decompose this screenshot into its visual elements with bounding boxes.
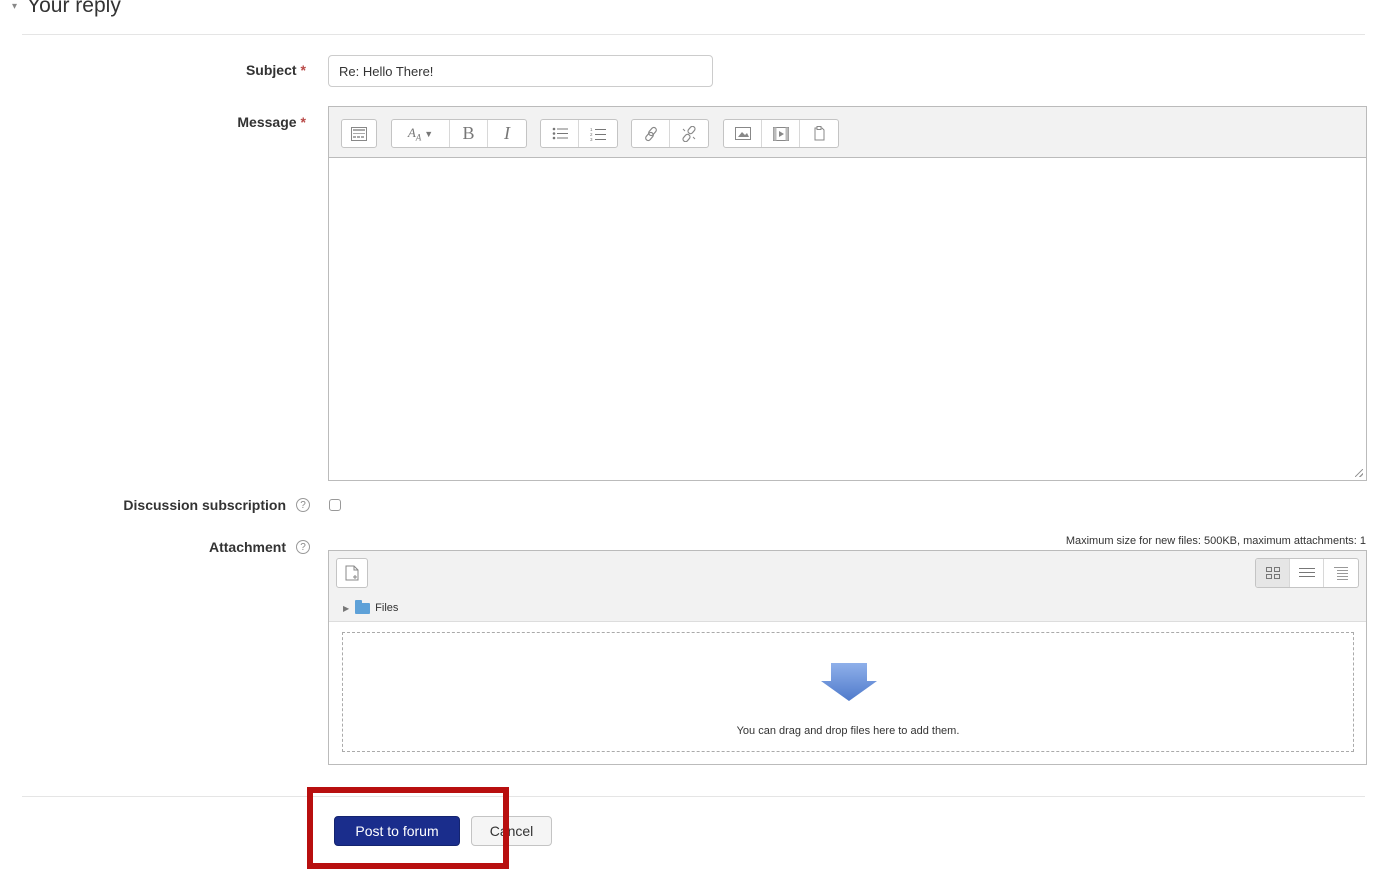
expand-triangle-icon[interactable]: ▶ xyxy=(343,604,349,613)
link-icon[interactable] xyxy=(632,120,670,147)
subject-input[interactable] xyxy=(328,55,713,87)
resize-handle-icon[interactable] xyxy=(1355,469,1363,477)
svg-text:3: 3 xyxy=(590,137,593,141)
message-label: Message * xyxy=(100,114,306,130)
cancel-button[interactable]: Cancel xyxy=(471,816,552,846)
add-file-button[interactable] xyxy=(336,558,368,588)
subscription-checkbox[interactable] xyxy=(329,499,341,511)
section-title: Your reply xyxy=(27,0,121,17)
subject-label: Subject * xyxy=(100,62,306,78)
toolbar-group-text: AA ▼ B I xyxy=(391,119,527,148)
post-to-forum-button[interactable]: Post to forum xyxy=(334,816,460,846)
toolbar-group-toggle xyxy=(341,119,377,148)
toolbar-group-links xyxy=(631,119,709,148)
path-label[interactable]: Files xyxy=(375,602,398,614)
add-file-icon xyxy=(345,565,359,581)
unordered-list-icon[interactable] xyxy=(541,120,579,147)
form-divider xyxy=(22,796,1365,797)
file-path-bar: ▶ Files xyxy=(329,595,1366,622)
message-editor[interactable]: AA ▼ B I 123 xyxy=(328,106,1367,481)
view-icons-icon[interactable] xyxy=(1256,559,1290,587)
image-icon[interactable] xyxy=(724,120,762,147)
attachment-label-text: Attachment xyxy=(208,539,286,555)
drop-instructions: You can drag and drop files here to add … xyxy=(736,725,960,737)
toolbar-group-lists: 123 xyxy=(540,119,618,148)
file-picker-toolbar xyxy=(329,551,1366,596)
view-mode-group xyxy=(1255,558,1359,588)
section-legend[interactable]: ▾ Your reply xyxy=(12,0,121,18)
collapse-caret-icon[interactable]: ▾ xyxy=(12,1,17,12)
required-marker: * xyxy=(300,114,306,130)
drop-zone[interactable]: You can drag and drop files here to add … xyxy=(342,632,1354,752)
toolbar-toggle-icon[interactable] xyxy=(342,120,376,147)
folder-icon xyxy=(355,599,371,614)
help-icon[interactable]: ? xyxy=(296,540,310,554)
editor-toolbar: AA ▼ B I 123 xyxy=(329,107,1366,158)
subscription-label: Discussion subscription ? xyxy=(60,497,310,513)
section-divider xyxy=(22,34,1365,35)
italic-icon[interactable]: I xyxy=(488,120,526,147)
view-tree-icon[interactable] xyxy=(1324,559,1358,587)
subject-label-text: Subject xyxy=(245,62,297,78)
bold-icon[interactable]: B xyxy=(450,120,488,147)
required-marker: * xyxy=(300,62,306,78)
help-icon[interactable]: ? xyxy=(296,498,310,512)
ordered-list-icon[interactable]: 123 xyxy=(579,120,617,147)
media-icon[interactable] xyxy=(762,120,800,147)
subscription-label-text: Discussion subscription xyxy=(123,497,286,513)
drop-arrow-icon xyxy=(821,663,877,701)
unlink-icon[interactable] xyxy=(670,120,708,147)
view-list-icon[interactable] xyxy=(1290,559,1324,587)
attachment-label: Attachment ? xyxy=(60,539,310,555)
file-picker: ▶ Files You can drag and drop files here… xyxy=(328,550,1367,765)
font-style-icon[interactable]: AA ▼ xyxy=(392,120,450,147)
max-size-note: Maximum size for new files: 500KB, maxim… xyxy=(1065,535,1366,547)
toolbar-group-media xyxy=(723,119,839,148)
message-label-text: Message xyxy=(237,114,297,130)
manage-files-icon[interactable] xyxy=(800,120,838,147)
